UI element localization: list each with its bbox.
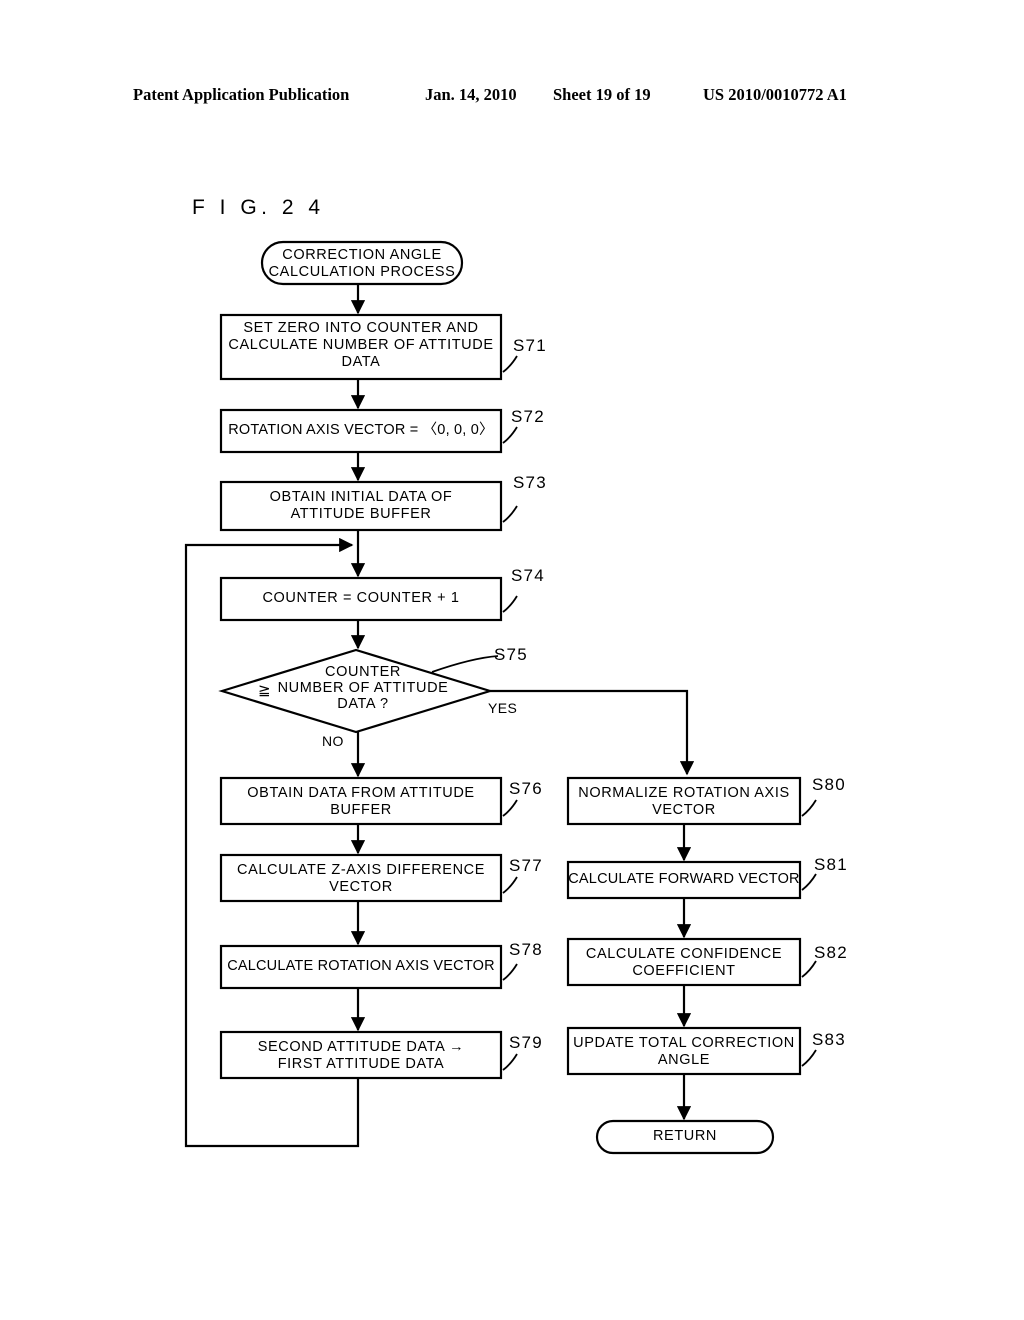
leader-tick-S73 <box>502 505 518 523</box>
step-number-S80: S80 <box>812 775 846 794</box>
leader-tick-S82 <box>801 960 817 978</box>
step-box-S82 <box>566 937 802 987</box>
leader-tick-S78 <box>502 963 518 981</box>
step-number-S83: S83 <box>812 1030 846 1049</box>
step-box-S83 <box>566 1026 802 1076</box>
branch-label-yes: YES <box>488 700 518 716</box>
step-box-S74 <box>219 576 503 622</box>
step-number-S81: S81 <box>814 855 848 874</box>
leader-tick-S77 <box>502 876 518 894</box>
step-number-S73: S73 <box>513 473 547 492</box>
flowchart-diagram: CORRECTION ANGLE CALCULATION PROCESS SET… <box>0 0 1024 1320</box>
step-box-S80 <box>566 776 802 826</box>
step-box-S78 <box>219 944 503 990</box>
connector-feedback-loop <box>184 537 360 1148</box>
leader-tick-S72 <box>502 426 518 444</box>
leader-tick-S80 <box>801 799 817 817</box>
leader-tick-S83 <box>801 1049 817 1067</box>
leader-tick-S74 <box>502 595 518 613</box>
step-number-S77: S77 <box>509 856 543 875</box>
return-terminal-shape <box>595 1119 775 1155</box>
step-number-S74: S74 <box>511 566 545 585</box>
step-box-S77 <box>219 853 503 903</box>
step-box-S81 <box>566 860 802 900</box>
leader-tick-S71 <box>502 355 518 373</box>
start-terminal-shape <box>260 240 464 286</box>
leader-tick-S79 <box>502 1053 518 1071</box>
step-number-S76: S76 <box>509 779 543 798</box>
branch-label-no: NO <box>322 733 344 749</box>
step-box-S71 <box>219 313 503 381</box>
greater-equal-icon: ≧ <box>258 681 271 699</box>
step-box-S73 <box>219 480 503 532</box>
leader-tick-S81 <box>801 873 817 891</box>
step-box-S76 <box>219 776 503 826</box>
leader-tick-S75 <box>431 655 499 673</box>
step-number-S82: S82 <box>814 943 848 962</box>
step-number-S79: S79 <box>509 1033 543 1052</box>
step-number-S71: S71 <box>513 336 547 355</box>
step-box-S72 <box>219 408 503 454</box>
leader-tick-S76 <box>502 799 518 817</box>
step-number-S72: S72 <box>511 407 545 426</box>
step-number-S78: S78 <box>509 940 543 959</box>
step-number-S75: S75 <box>494 645 528 664</box>
step-box-S79 <box>219 1030 503 1080</box>
connector-S75-yes-to-S80 <box>490 689 695 776</box>
